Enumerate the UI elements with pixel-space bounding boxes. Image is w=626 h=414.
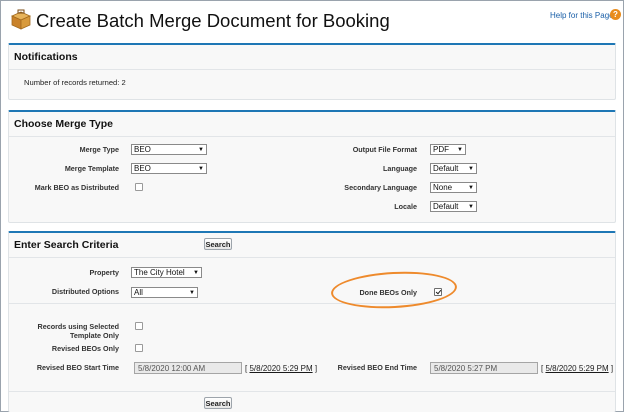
records-selected-label-line1: Records using Selected (37, 322, 119, 331)
chevron-down-icon: ▼ (198, 147, 204, 153)
start-time-today: [ 5/8/2020 5:29 PM ] (245, 364, 317, 373)
divider (9, 69, 615, 70)
distributed-options-value: All (134, 288, 143, 297)
chevron-down-icon: ▼ (457, 147, 463, 153)
end-time-today-link[interactable]: 5/8/2020 5:29 PM (545, 364, 608, 373)
output-format-select[interactable]: PDF ▼ (430, 144, 466, 155)
chevron-down-icon: ▼ (189, 290, 195, 296)
merge-type-title: Choose Merge Type (14, 118, 113, 130)
end-time-today: [ 5/8/2020 5:29 PM ] (541, 364, 613, 373)
bracket-close: ] (610, 364, 614, 373)
locale-label: Locale (394, 202, 417, 211)
page-header: Create Batch Merge Document for Booking … (0, 0, 624, 40)
chevron-down-icon: ▼ (468, 166, 474, 172)
notifications-title: Notifications (14, 51, 78, 63)
end-time-input[interactable]: 5/8/2020 5:27 PM (430, 362, 538, 374)
distributed-options-select[interactable]: All ▼ (131, 287, 198, 298)
search-button-bottom[interactable]: Search (204, 397, 232, 409)
locale-select[interactable]: Default ▼ (430, 201, 477, 212)
property-label: Property (89, 268, 119, 277)
merge-type-label: Merge Type (79, 145, 119, 154)
distributed-options-label: Distributed Options (51, 287, 119, 296)
locale-value: Default (433, 202, 459, 211)
help-icon[interactable]: ? (610, 9, 621, 20)
divider (9, 303, 615, 304)
merge-type-select[interactable]: BEO ▼ (131, 144, 207, 155)
merge-template-label: Merge Template (64, 164, 119, 173)
records-selected-label-line2: Template Only (70, 331, 119, 340)
secondary-language-value: None (433, 183, 453, 192)
secondary-language-label: Secondary Language (344, 183, 417, 192)
start-time-input[interactable]: 5/8/2020 12:00 AM (134, 362, 242, 374)
output-format-label: Output File Format (352, 145, 417, 154)
briefcase-icon (11, 9, 31, 30)
start-time-label: Revised BEO Start Time (36, 363, 119, 372)
mark-distributed-checkbox[interactable] (135, 183, 143, 191)
property-select[interactable]: The City Hotel ▼ (131, 267, 202, 278)
language-label: Language (383, 164, 417, 173)
help-link[interactable]: Help for this Page (550, 11, 614, 20)
merge-type-section: Choose Merge Type Merge Type BEO ▼ Merge… (8, 110, 616, 223)
divider (9, 257, 615, 258)
records-returned-text: Number of records returned: 2 (24, 78, 126, 87)
notifications-section: Notifications Number of records returned… (8, 43, 616, 100)
bracket-open: [ (245, 364, 248, 373)
property-value: The City Hotel (134, 268, 185, 277)
merge-type-value: BEO (134, 145, 151, 154)
language-select[interactable]: Default ▼ (430, 163, 477, 174)
output-format-value: PDF (433, 145, 449, 154)
search-button-top[interactable]: Search (204, 238, 232, 250)
merge-template-select[interactable]: BEO ▼ (131, 163, 207, 174)
chevron-down-icon: ▼ (198, 166, 204, 172)
chevron-down-icon: ▼ (193, 270, 199, 276)
merge-template-value: BEO (134, 164, 151, 173)
mark-distributed-label: Mark BEO as Distributed (34, 183, 119, 192)
start-time-today-link[interactable]: 5/8/2020 5:29 PM (249, 364, 312, 373)
chevron-down-icon: ▼ (468, 204, 474, 210)
revised-beos-checkbox[interactable] (135, 344, 143, 352)
bracket-close: ] (314, 364, 318, 373)
search-criteria-section: Enter Search Criteria Search Property Th… (8, 231, 616, 412)
records-selected-checkbox[interactable] (135, 322, 143, 330)
divider (9, 391, 615, 392)
chevron-down-icon: ▼ (468, 185, 474, 191)
bracket-open: [ (541, 364, 544, 373)
secondary-language-select[interactable]: None ▼ (430, 182, 477, 193)
language-value: Default (433, 164, 459, 173)
search-criteria-title: Enter Search Criteria (14, 239, 119, 251)
revised-beos-label: Revised BEOs Only (51, 344, 119, 353)
divider (9, 136, 615, 137)
page-title: Create Batch Merge Document for Booking (36, 10, 390, 31)
end-time-label: Revised BEO End Time (337, 363, 417, 372)
